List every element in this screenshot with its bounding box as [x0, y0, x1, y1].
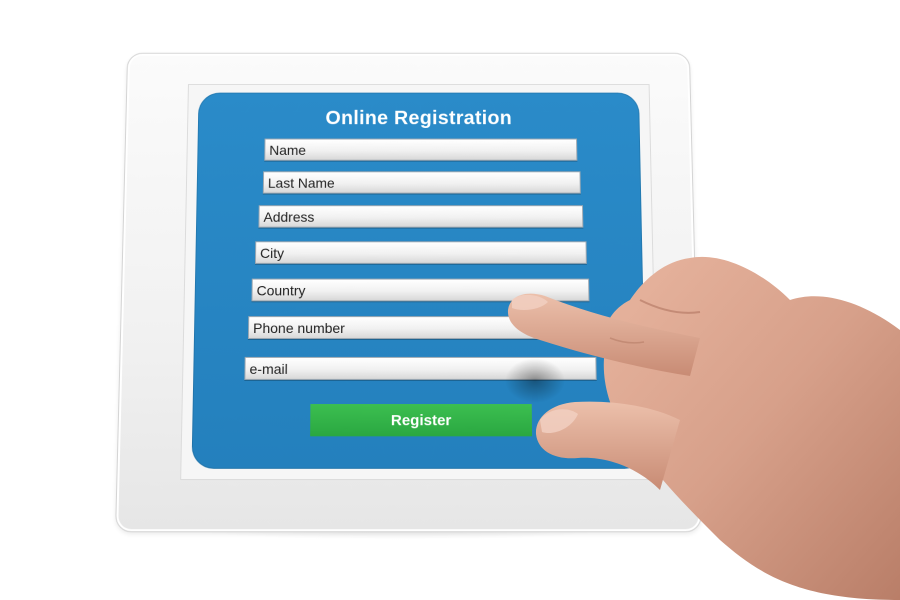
finger-shadow [505, 358, 565, 403]
phone-number-field[interactable]: Phone number [247, 316, 594, 339]
address-field-label: Address [263, 209, 315, 225]
country-field[interactable]: Country [251, 278, 590, 302]
city-field-label: City [259, 245, 285, 261]
phone-number-field-label: Phone number [252, 320, 345, 336]
country-field-label: Country [256, 282, 306, 299]
last-name-field[interactable]: Last Name [262, 171, 581, 194]
form-title: Online Registration [325, 107, 513, 129]
last-name-field-label: Last Name [267, 175, 335, 191]
product-photo-scene: Online Registration Name Last Name Addre… [0, 0, 900, 600]
city-field[interactable]: City [254, 241, 587, 264]
name-field-label: Name [269, 142, 307, 158]
register-button[interactable]: Register [310, 404, 533, 437]
address-field[interactable]: Address [258, 205, 584, 228]
email-field-label: e-mail [249, 360, 288, 377]
registration-form: Online Registration Name Last Name Addre… [191, 92, 647, 469]
tablet-screen-frame: Online Registration Name Last Name Addre… [180, 84, 659, 481]
name-field[interactable]: Name [264, 138, 578, 161]
tablet-device: Online Registration Name Last Name Addre… [115, 52, 702, 533]
